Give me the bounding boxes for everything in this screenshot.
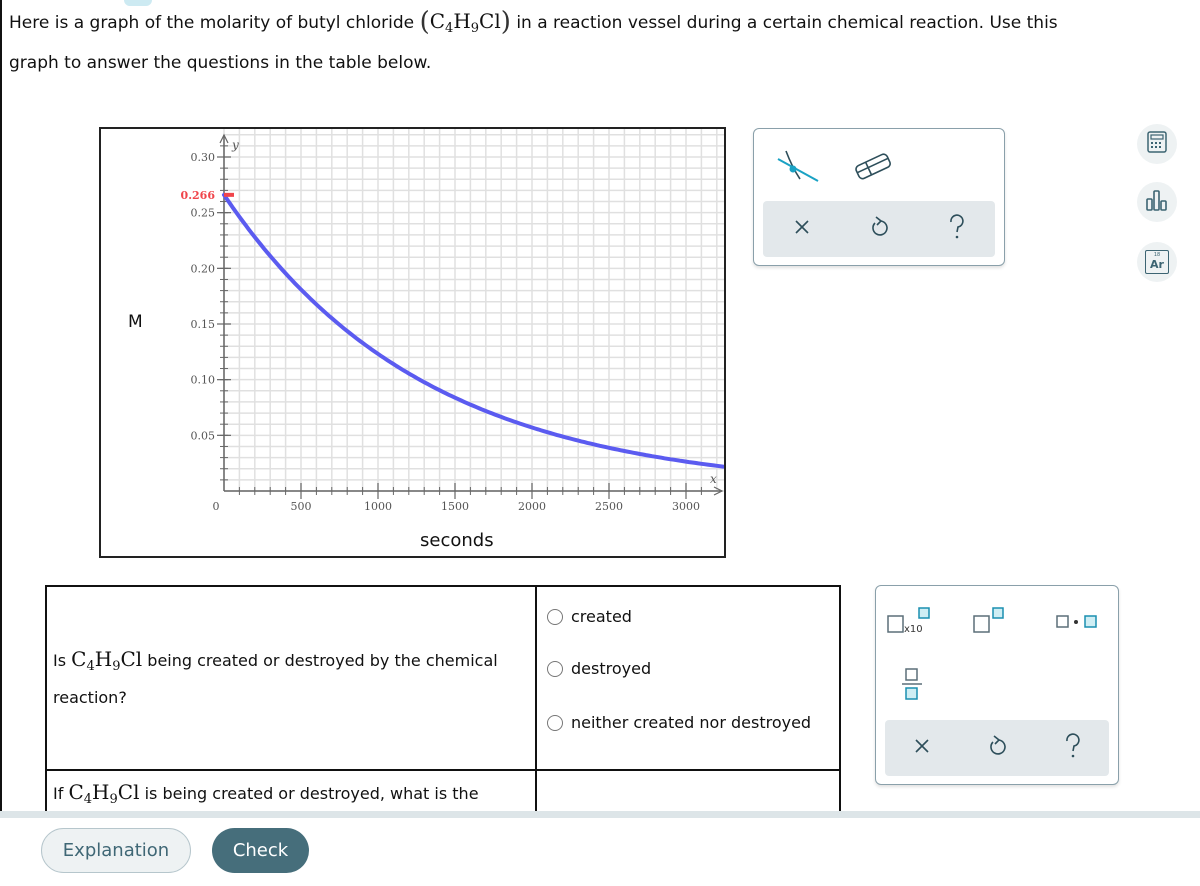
math-action-bar [885,720,1109,776]
answer-2[interactable] [535,769,841,817]
highlight-label: 0.266 [181,189,216,202]
intro-text: Here is a graph of the molarity of butyl… [9,4,1159,80]
help-icon[interactable] [948,214,966,244]
question-table: Is C4H9Cl being created or destroyed by … [45,585,841,817]
data-chart-button[interactable] [1137,182,1177,222]
curve-tool-icon[interactable] [774,147,824,191]
chem-formula: C4H9Cl [429,9,501,36]
x-axis-symbol: x [710,472,717,486]
y-tick-label: 0.20 [191,262,216,275]
x-tick-label: 500 [291,500,312,513]
eraser-icon[interactable] [852,149,896,187]
svg-text:x10: x10 [904,624,923,635]
paren-open: ( [419,7,430,37]
radio-button[interactable] [547,608,563,625]
x-tick-label: 2500 [595,500,623,513]
intro-text-after: in a reaction vessel during a certain ch… [516,13,1058,33]
calculator-icon [1147,131,1167,157]
chart[interactable]: y x 0.05 0.10 0.15 0.20 0.25 0.30 0 500 1000 1500 20… [101,129,724,556]
radio-button[interactable] [547,660,563,677]
y-tick-label: 0.05 [191,429,216,442]
clear-icon[interactable] [792,217,812,241]
explanation-button[interactable]: Explanation [41,828,191,873]
answer-1-options: created destroyed neither created nor de… [535,585,841,771]
check-button[interactable]: Check [212,828,309,873]
fraction-icon[interactable] [900,668,924,706]
scientific-notation-icon[interactable]: x10 [886,606,936,642]
calculator-button[interactable] [1137,124,1177,164]
paren-close: ) [500,7,511,37]
chart-panel[interactable]: y x 0.05 0.10 0.15 0.20 0.25 0.30 0 500 1000 1500 20… [99,127,726,558]
y-tick-label: 0.10 [191,374,216,387]
undo-icon[interactable] [987,734,1009,762]
option-neither[interactable]: neither created nor destroyed [547,713,811,732]
y-tick-label: 0.25 [191,207,216,220]
undo-icon[interactable] [869,215,891,243]
intro-text-before: Here is a graph of the molarity of butyl… [9,13,415,33]
radio-button[interactable] [547,714,563,731]
intro-line2: graph to answer the questions in the tab… [9,53,432,73]
graph-toolbox [753,128,1005,266]
y-tick-label: 0.30 [191,151,216,164]
graph-action-bar [763,201,995,257]
periodic-table-icon: 18 Ar [1145,250,1169,274]
x-tick-label: 1000 [364,500,392,513]
x-tick-label: 3000 [672,500,700,513]
chem-formula: C4H9Cl [71,646,143,674]
question-2: If C4H9Cl is being created or destroyed,… [45,769,537,817]
question-1: Is C4H9Cl being created or destroyed by … [45,585,537,771]
clear-icon[interactable] [912,736,932,760]
left-border [0,0,2,879]
periodic-table-button[interactable]: 18 Ar [1137,242,1177,282]
multiplication-dot-icon[interactable] [1056,614,1102,634]
math-toolbox: x10 [875,585,1119,785]
superscript-icon[interactable] [972,606,1012,642]
y-axis-symbol: y [231,138,239,152]
chem-formula: C4H9Cl [68,779,140,807]
x-axis-label: seconds [420,530,494,551]
y-tick-label: 0.15 [191,318,216,331]
bar-chart-icon [1145,188,1169,216]
help-icon[interactable] [1064,733,1082,763]
y-axis-label: M [128,312,143,332]
x-tick-label: 1500 [441,500,469,513]
x-tick-label: 2000 [518,500,546,513]
x-tick-label: 0 [213,500,220,513]
option-created[interactable]: created [547,607,632,626]
option-destroyed[interactable]: destroyed [547,659,651,678]
